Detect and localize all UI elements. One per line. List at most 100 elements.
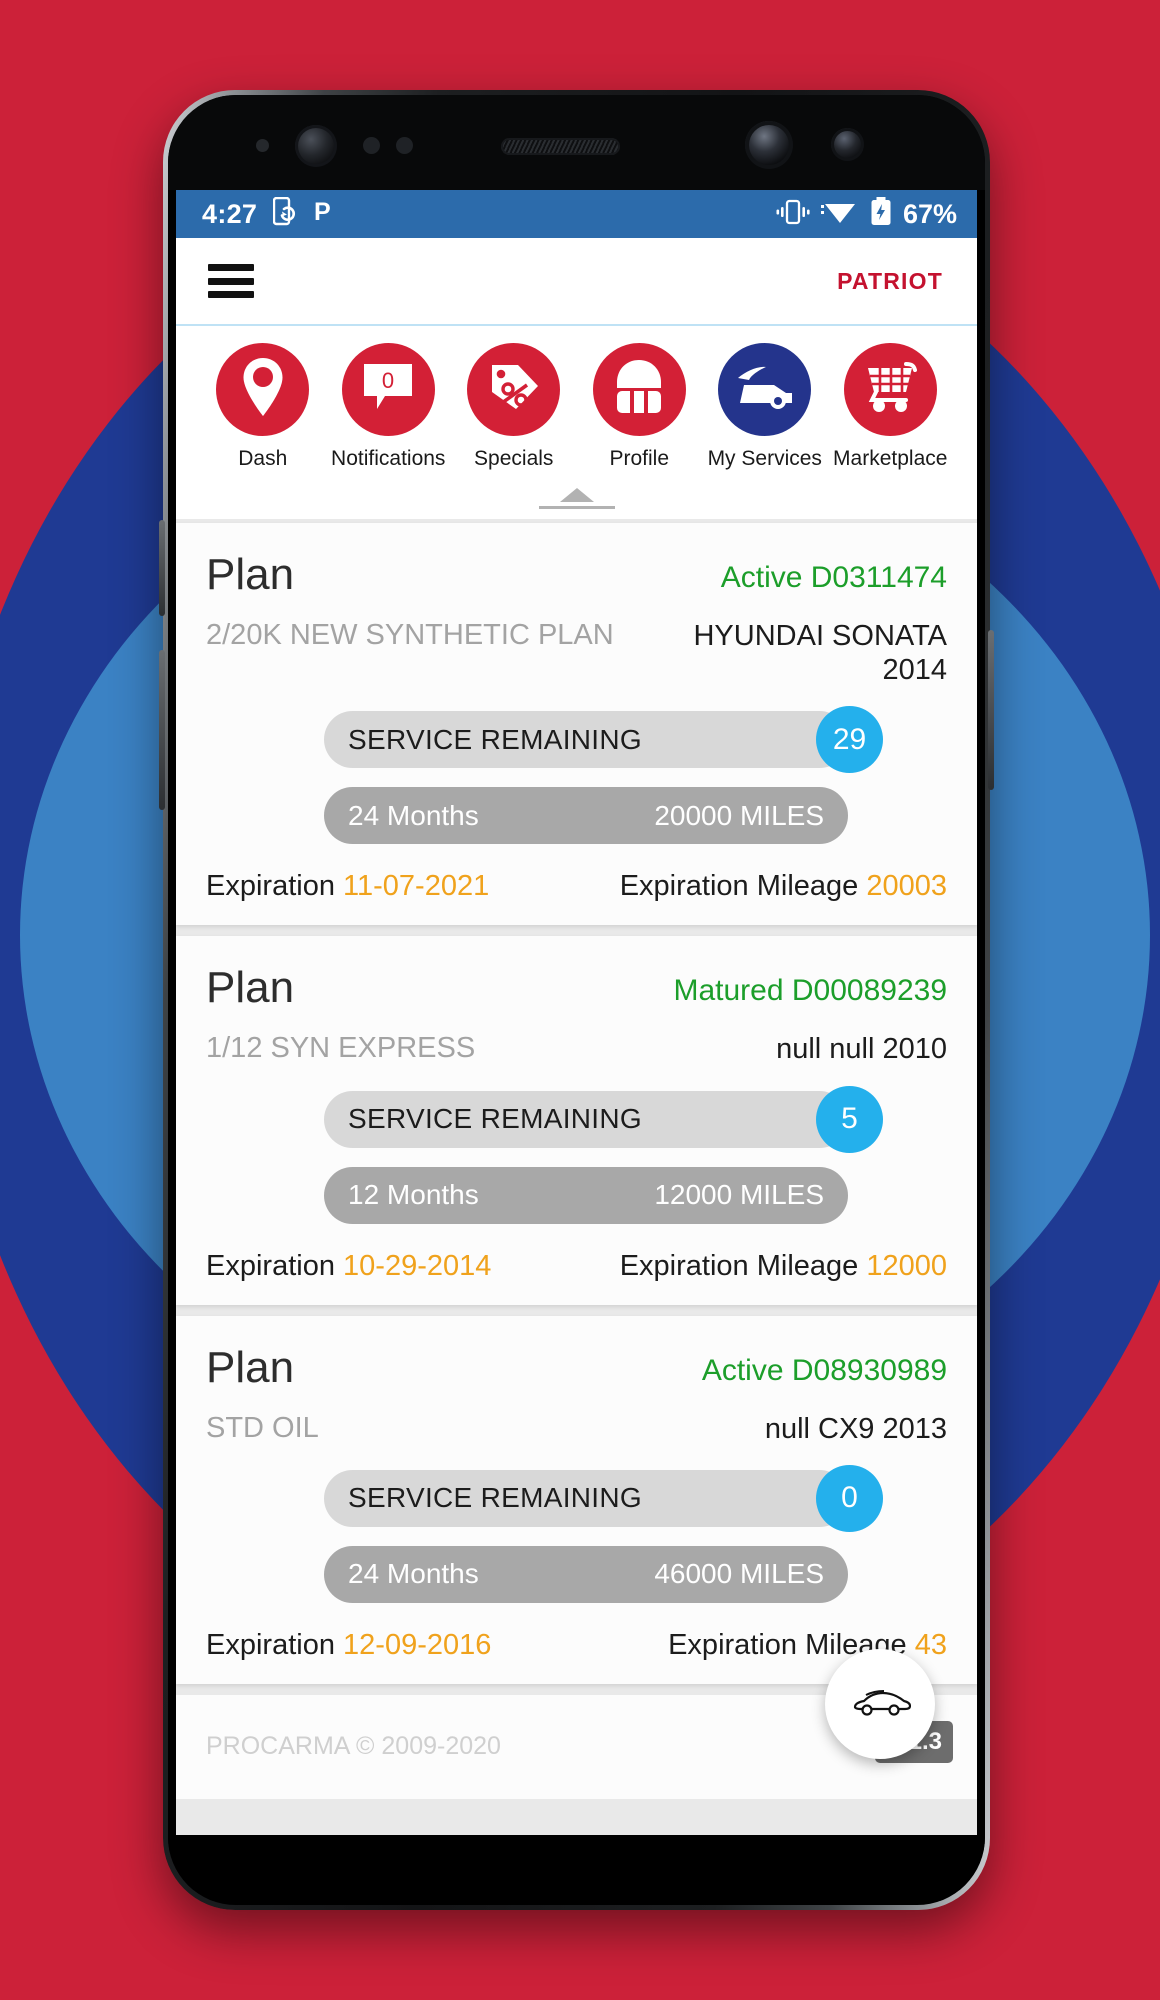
status-bar: 4:27 P 67%	[176, 190, 977, 238]
service-remaining-label: SERVICE REMAINING	[348, 1482, 642, 1514]
nav-item-dash[interactable]: Dash	[200, 343, 326, 471]
collapse-up-handle-icon[interactable]	[176, 477, 977, 519]
expiration-date: 10-29-2014	[343, 1249, 492, 1282]
plan-title: Plan	[206, 963, 295, 1013]
camera-lens-secondary-icon	[831, 128, 864, 161]
expiration-group: Expiration 11-07-2021	[206, 870, 489, 903]
expiration-label: Expiration	[206, 1628, 335, 1661]
nav-item-specials[interactable]: Specials	[451, 343, 577, 471]
service-remaining-label: SERVICE REMAINING	[348, 1103, 642, 1135]
car-hood-open-icon	[734, 363, 796, 416]
expiration-mileage-value: 43	[914, 1628, 947, 1661]
notifications-icon-circle: 0	[341, 343, 435, 436]
plan-name: 2/20K NEW SYNTHETIC PLAN	[206, 619, 614, 651]
expiration-mileage-group: Expiration Mileage 20003	[620, 870, 947, 903]
plan-expiration-row: Expiration 12-09-2016 Expiration Mileage…	[206, 1629, 947, 1662]
phone-screen-housing: 4:27 P 67% PATRIOT Dash 0 Notifications …	[168, 95, 985, 1905]
plan-title: Plan	[206, 550, 295, 599]
expiration-mileage-group: Expiration Mileage 12000	[620, 1250, 947, 1283]
plan-card-subheader: 1/12 SYN EXPRESS null null 2010	[206, 1032, 947, 1066]
service-remaining-label: SERVICE REMAINING	[348, 723, 642, 755]
plans-list[interactable]: Plan Active D0311474 2/20K NEW SYNTHETIC…	[176, 519, 977, 1835]
plan-expiration-row: Expiration 10-29-2014 Expiration Mileage…	[206, 1250, 947, 1283]
plan-term-bar: 12 Months 12000 MILES	[324, 1166, 848, 1224]
plan-status-badge: Active D08930989	[701, 1353, 947, 1387]
my-services-icon-circle	[718, 343, 812, 436]
plan-vehicle: null CX9 2013	[764, 1412, 947, 1445]
svg-text:P: P	[314, 198, 331, 225]
shopping-cart-icon	[860, 360, 920, 419]
app-screen: 4:27 P 67% PATRIOT Dash 0 Notifications …	[176, 190, 977, 1835]
nav-item-my-services[interactable]: My Services	[702, 343, 828, 471]
plan-expiration-row: Expiration 11-07-2021 Expiration Mileage…	[206, 870, 947, 903]
copyright-label: PROCARMA © 2009-2020	[206, 1732, 501, 1761]
service-remaining-bar: SERVICE REMAINING 29	[324, 706, 883, 774]
expiration-group: Expiration 12-09-2016	[206, 1629, 491, 1662]
expiration-mileage-label: Expiration Mileage	[619, 870, 859, 903]
expiration-date: 11-07-2021	[343, 870, 490, 903]
poster-backdrop: 4:27 P 67% PATRIOT Dash 0 Notifications …	[0, 0, 1160, 2000]
nav-label-marketplace: Marketplace	[833, 447, 948, 470]
plan-bars: SERVICE REMAINING 0 24 Months 46000 MILE…	[206, 1464, 947, 1603]
plan-term-miles: 12000 MILES	[654, 1179, 824, 1211]
sensor-dot-icon	[256, 139, 269, 152]
specials-icon-circle	[467, 343, 561, 436]
plan-term-months: 24 Months	[348, 799, 479, 831]
service-remaining-bar: SERVICE REMAINING 0	[324, 1464, 883, 1532]
nav-item-profile[interactable]: Profile	[577, 343, 703, 471]
speech-bubble-icon: 0	[360, 360, 416, 419]
phone-sync-icon	[273, 196, 298, 231]
nav-item-marketplace[interactable]: Marketplace	[828, 343, 954, 471]
nav-label-notifications: Notifications	[331, 447, 446, 470]
wifi-icon	[820, 198, 859, 230]
plan-card[interactable]: Plan Active D08930989 STD OIL null CX9 2…	[176, 1315, 977, 1684]
plan-term-months: 12 Months	[348, 1179, 479, 1211]
phone-sensor-strip	[168, 95, 985, 190]
plan-card[interactable]: Plan Matured D00089239 1/12 SYN EXPRESS …	[176, 936, 977, 1305]
camera-lens-icon	[745, 121, 793, 169]
expiration-mileage-value: 12000	[866, 1249, 947, 1282]
plan-card-subheader: STD OIL null CX9 2013	[206, 1412, 947, 1446]
plan-bars: SERVICE REMAINING 29 24 Months 20000 MIL…	[206, 706, 947, 845]
vibrate-icon	[776, 199, 810, 230]
phone-button-left-lower	[159, 650, 165, 810]
app-bar: PATRIOT	[176, 238, 977, 326]
profile-icon-circle	[592, 343, 686, 436]
parking-p-icon: P	[314, 198, 334, 230]
plan-card[interactable]: Plan Active D0311474 2/20K NEW SYNTHETIC…	[176, 523, 977, 926]
sensor-dot-icon	[396, 137, 413, 154]
sensor-dot-icon	[363, 137, 380, 154]
plan-status-badge: Matured D00089239	[673, 974, 947, 1008]
service-remaining-count: 5	[816, 1085, 883, 1153]
svg-text:0: 0	[382, 368, 394, 393]
phone-bottom-bezel	[168, 1835, 985, 1901]
nav-item-notifications[interactable]: 0 Notifications	[326, 343, 452, 471]
plan-card-header: Plan Matured D00089239	[206, 966, 947, 1010]
price-tag-percent-icon	[485, 358, 543, 421]
car-fab-button[interactable]	[825, 1649, 935, 1759]
phone-button-left-upper	[159, 520, 165, 616]
battery-charging-icon	[870, 197, 892, 231]
car-icon	[849, 1685, 912, 1724]
nav-label-dash: Dash	[238, 447, 288, 470]
nav-label-specials: Specials	[474, 447, 554, 470]
plan-name: STD OIL	[206, 1411, 319, 1444]
expiration-label: Expiration	[206, 1249, 335, 1282]
status-bar-right: 67%	[776, 197, 957, 231]
hamburger-menu-icon[interactable]	[208, 264, 254, 298]
expiration-mileage-label: Expiration Mileage	[619, 1249, 859, 1282]
phone-button-right	[988, 630, 994, 790]
plan-vehicle: HYUNDAI SONATA 2014	[693, 620, 947, 687]
plan-card-header: Plan Active D08930989	[206, 1345, 947, 1390]
earpiece-speaker-icon	[501, 138, 620, 155]
service-remaining-count: 0	[816, 1464, 883, 1532]
service-remaining-count: 29	[816, 706, 883, 774]
plan-term-miles: 46000 MILES	[654, 1558, 824, 1590]
plan-term-miles: 20000 MILES	[654, 799, 824, 831]
plan-term-bar: 24 Months 46000 MILES	[324, 1545, 848, 1603]
dash-icon-circle	[216, 343, 310, 436]
nav-label-profile: Profile	[609, 447, 670, 470]
phone-device-frame: 4:27 P 67% PATRIOT Dash 0 Notifications …	[159, 90, 994, 1910]
marketplace-icon-circle	[843, 343, 937, 436]
status-bar-clock: 4:27	[202, 198, 258, 229]
